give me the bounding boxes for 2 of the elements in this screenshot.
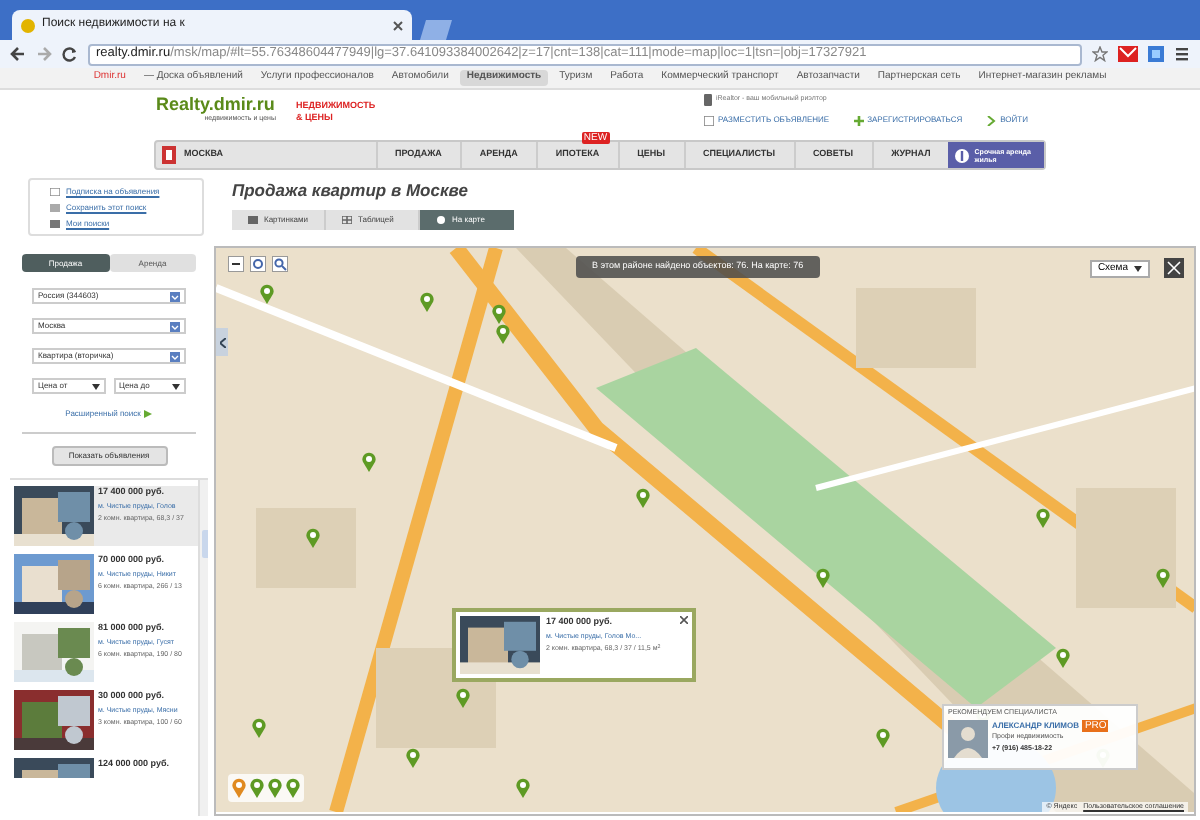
page-title: Продажа квартир в Москве	[232, 178, 470, 204]
logo[interactable]: Realty.dmir.ru	[156, 94, 276, 114]
